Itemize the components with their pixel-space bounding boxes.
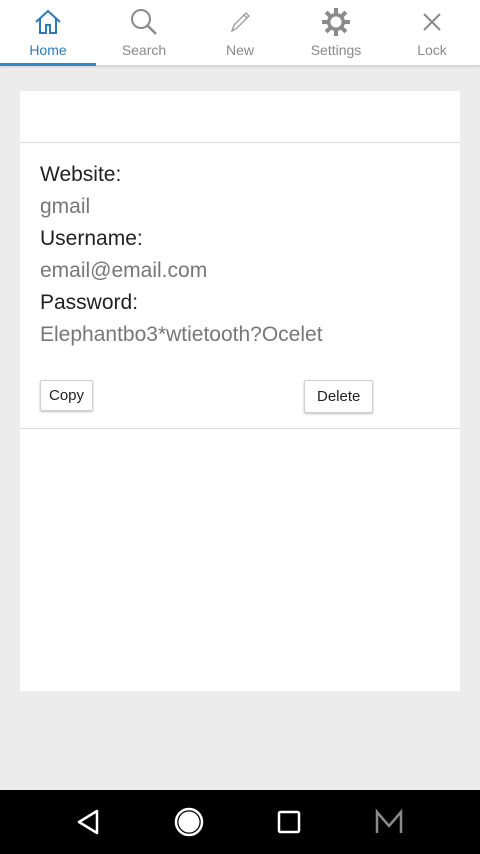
system-navigation-bar	[0, 790, 480, 854]
tab-home-label: Home	[29, 42, 67, 58]
website-value: gmail	[40, 195, 91, 218]
password-label: Password:	[40, 291, 139, 314]
recent-apps-icon[interactable]	[273, 806, 305, 838]
delete-button[interactable]: Delete	[304, 380, 374, 413]
tab-lock-label: Lock	[417, 42, 447, 58]
tab-search[interactable]: Search	[96, 0, 192, 65]
home-circle-icon[interactable]	[173, 806, 205, 838]
password-value: Elephantbo3*wtietooth?Ocelet	[40, 323, 323, 346]
copy-button[interactable]: Copy	[40, 380, 94, 411]
tab-lock[interactable]: Lock	[384, 0, 480, 65]
tab-search-label: Search	[121, 42, 167, 58]
tab-new-label: New	[225, 42, 254, 58]
card-header	[20, 91, 460, 143]
entries-card: Website: gmail Username: email@email.com…	[20, 91, 460, 691]
m-logo-icon[interactable]	[373, 806, 405, 838]
tab-home[interactable]: Home	[0, 0, 96, 66]
password-entry: Website: gmail Username: email@email.com…	[20, 143, 460, 429]
tab-settings[interactable]: Settings	[288, 0, 384, 65]
website-label: Website:	[40, 163, 122, 186]
search-icon	[131, 9, 157, 35]
pencil-icon	[230, 12, 250, 33]
top-tab-bar: Home Search New Settings Lock	[0, 0, 480, 66]
back-icon[interactable]	[73, 806, 105, 838]
home-icon	[35, 9, 61, 34]
username-value: email@email.com	[40, 259, 208, 282]
close-icon	[423, 13, 441, 31]
gear-icon	[322, 8, 350, 36]
tab-settings-label: Settings	[310, 42, 362, 58]
username-label: Username:	[40, 227, 143, 250]
tab-new[interactable]: New	[192, 0, 288, 65]
active-tab-indicator	[0, 63, 96, 66]
